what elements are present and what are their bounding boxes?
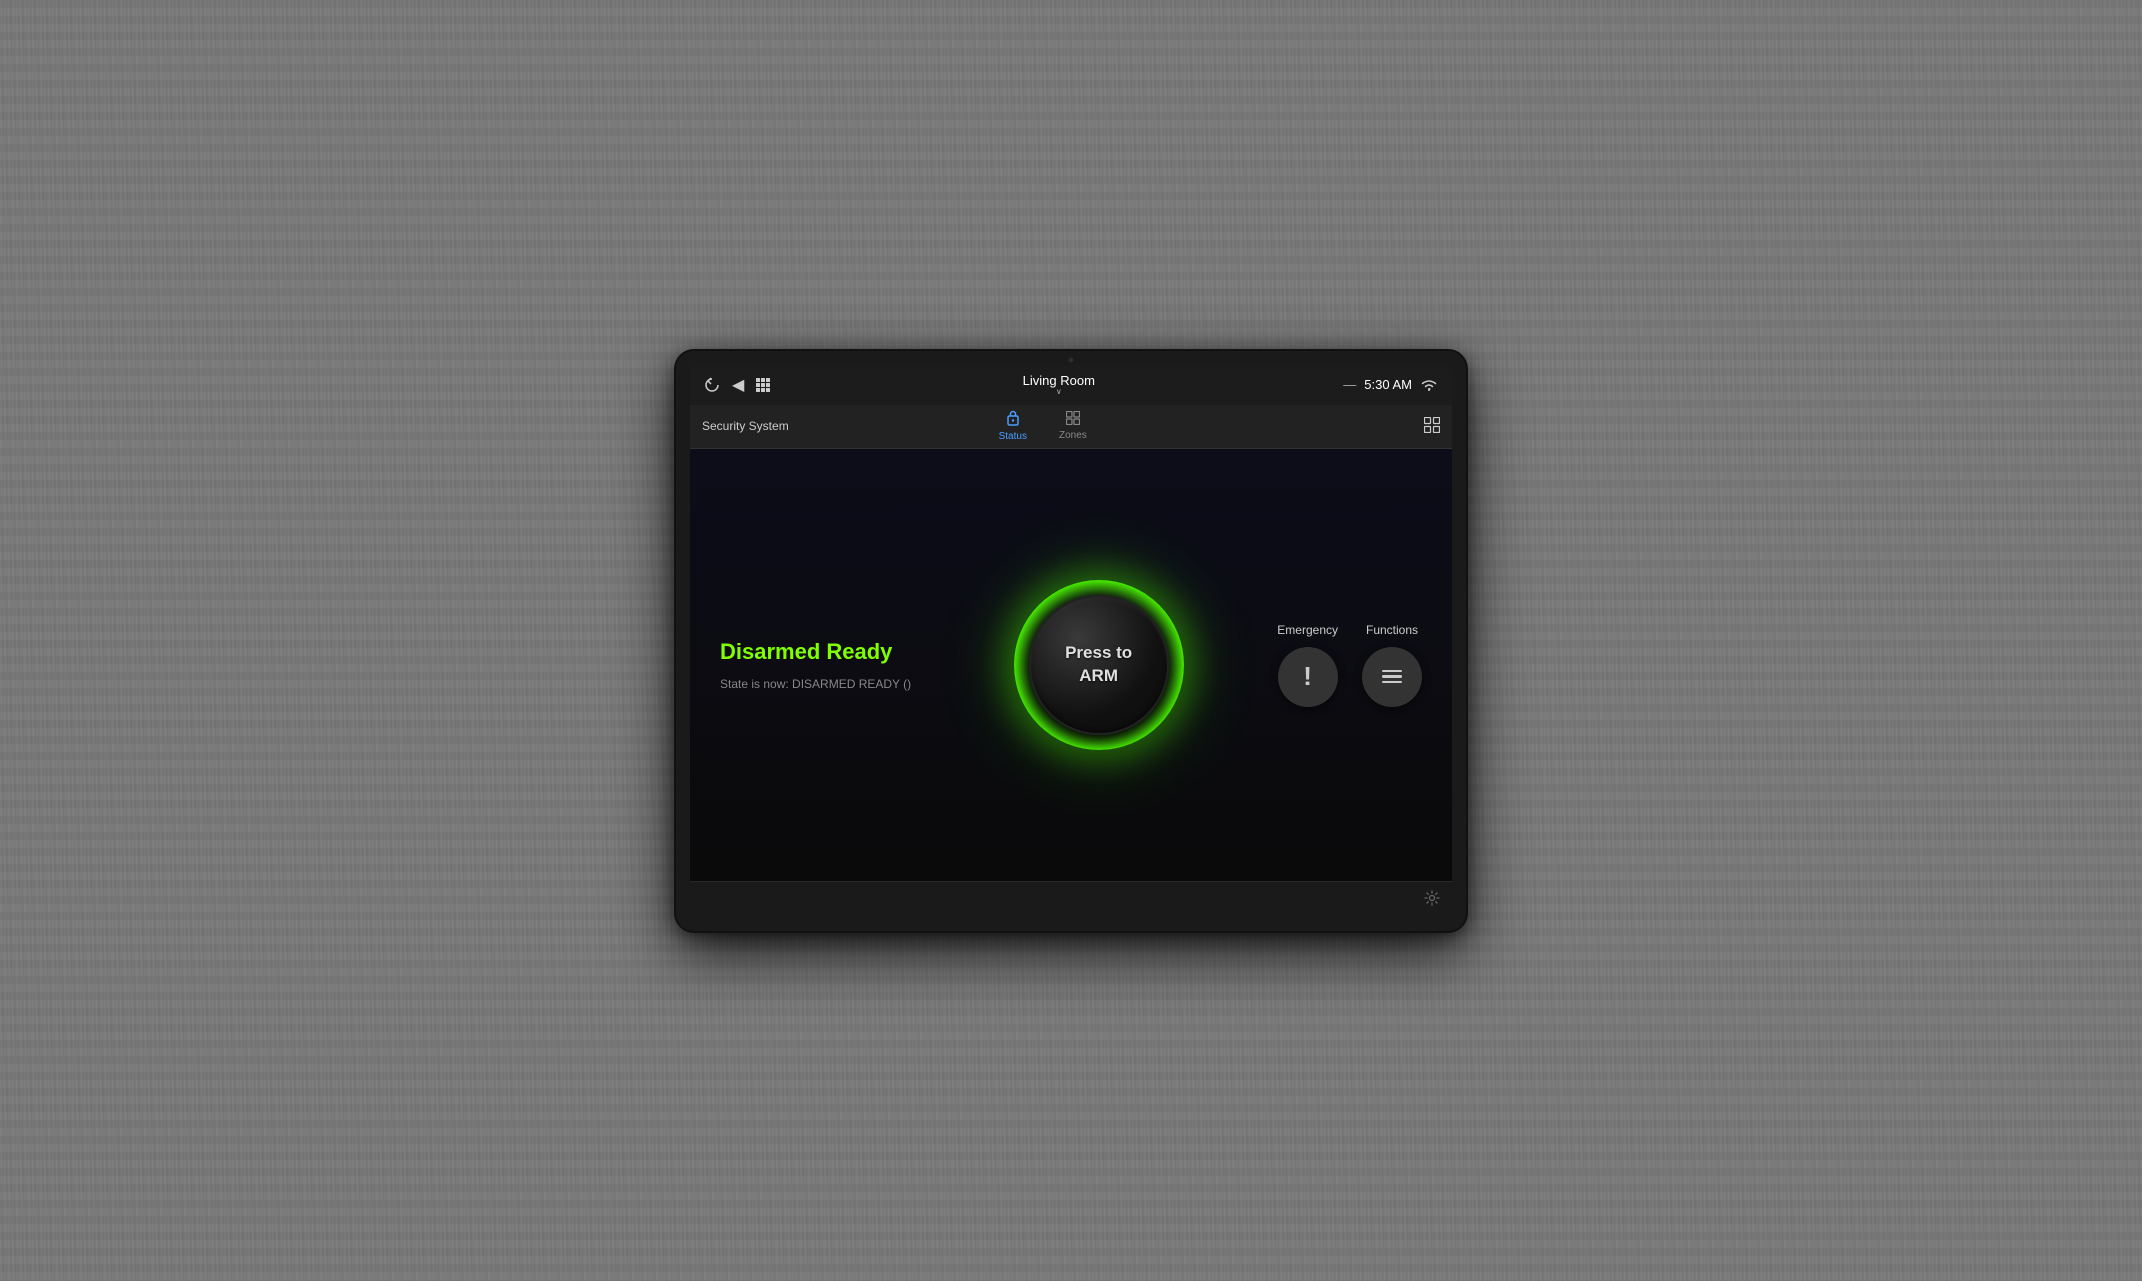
room-name: Living Room — [1023, 373, 1095, 388]
back-nav-icon[interactable] — [704, 377, 720, 393]
status-bar: ◀ Living Room — [690, 365, 1452, 405]
status-tab-label: Status — [999, 431, 1027, 442]
arm-button-wrapper: Press toARM — [1014, 580, 1184, 750]
nav-tabs: Status Zones — [983, 406, 1103, 446]
settings-icon[interactable] — [1424, 890, 1440, 909]
disarmed-status-label: Disarmed Ready — [720, 639, 920, 665]
tablet-screen: ◀ Living Room — [690, 365, 1452, 917]
menu-icon[interactable] — [756, 378, 774, 392]
status-bar-left: ◀ — [704, 375, 774, 395]
functions-icon — [1382, 670, 1402, 684]
back-arrow-icon[interactable]: ◀ — [732, 375, 744, 395]
emergency-button[interactable]: ! — [1278, 647, 1338, 707]
emergency-icon: ! — [1303, 661, 1312, 692]
emergency-action: Emergency ! — [1277, 623, 1338, 707]
arm-button-section: Press toARM — [940, 580, 1257, 750]
nav-title: Security System — [702, 419, 822, 433]
tab-status[interactable]: Status — [983, 406, 1043, 446]
bottom-bar — [690, 881, 1452, 917]
wifi-icon — [1420, 378, 1438, 392]
status-bar-center: Living Room ∨ — [1023, 373, 1095, 396]
status-section: Disarmed Ready State is now: DISARMED RE… — [720, 639, 920, 691]
zones-tab-label: Zones — [1059, 430, 1087, 441]
status-bar-right: — 5:30 AM — [1343, 377, 1438, 392]
actions-section: Emergency ! Functions — [1277, 623, 1422, 707]
tablet-device: ◀ Living Room — [676, 351, 1466, 931]
functions-label: Functions — [1366, 623, 1418, 637]
grid-view-button[interactable] — [1424, 417, 1440, 436]
functions-button[interactable] — [1362, 647, 1422, 707]
arm-button-label: Press toARM — [1065, 642, 1132, 686]
status-separator: — — [1343, 377, 1356, 392]
state-description: State is now: DISARMED READY () — [720, 677, 920, 691]
status-time: 5:30 AM — [1364, 377, 1412, 392]
main-content: Disarmed Ready State is now: DISARMED RE… — [690, 449, 1452, 881]
emergency-label: Emergency — [1277, 623, 1338, 637]
tab-zones[interactable]: Zones — [1043, 407, 1103, 445]
room-arrow-icon: ∨ — [1056, 388, 1062, 396]
status-tab-icon — [1006, 410, 1020, 429]
functions-action: Functions — [1362, 623, 1422, 707]
zones-tab-icon — [1066, 411, 1080, 428]
arm-button[interactable]: Press toARM — [1029, 595, 1169, 735]
nav-bar: Security System Status — [690, 405, 1452, 449]
